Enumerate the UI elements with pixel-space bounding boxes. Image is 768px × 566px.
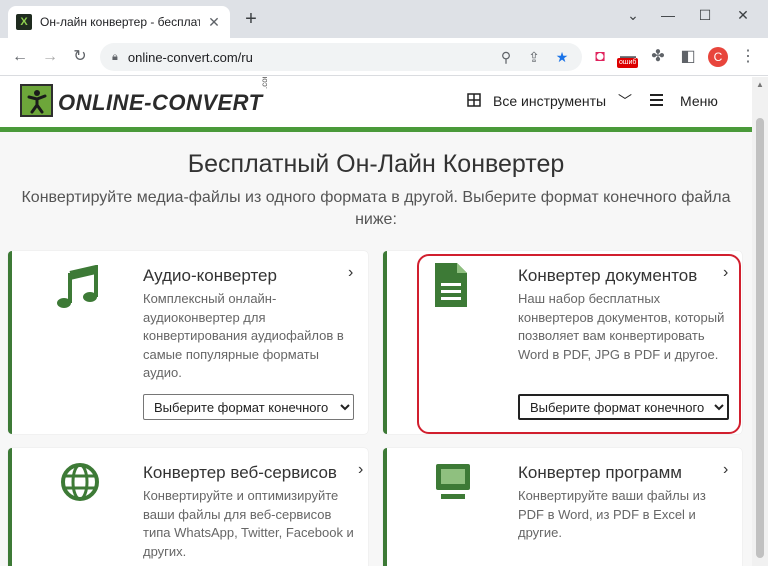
close-tab-icon[interactable]: ✕ xyxy=(206,14,222,31)
page-subtitle: Конвертируйте медиа-файлы из одного форм… xyxy=(21,189,731,228)
favicon-icon: X xyxy=(16,14,32,30)
hamburger-icon[interactable] xyxy=(650,94,664,106)
monitor-icon xyxy=(436,464,470,499)
logo-icon[interactable] xyxy=(20,84,53,117)
card-description: Конвертируйте ваши файлы из PDF в Word, … xyxy=(518,488,706,540)
audio-format-select[interactable]: Выберите формат конечного xyxy=(143,394,354,420)
forward-icon[interactable]: → xyxy=(40,47,60,67)
card-description: Комплексный онлайн-аудиоконвертер для ко… xyxy=(143,291,344,380)
share-icon[interactable]: ⇪ xyxy=(524,47,544,67)
more-menu-icon[interactable]: ⋮ xyxy=(738,47,758,67)
pocket-icon[interactable]: ◘ xyxy=(590,47,610,67)
lock-icon: 🔒︎ xyxy=(112,50,118,63)
menu-button[interactable]: Меню xyxy=(680,93,718,109)
side-panel-icon[interactable]: ◧ xyxy=(678,47,698,67)
software-converter-card[interactable]: Конвертер программ › Конвертируйте ваши … xyxy=(383,448,742,566)
profile-avatar[interactable]: C xyxy=(708,47,728,67)
scrollbar-thumb[interactable] xyxy=(756,118,764,558)
music-note-icon xyxy=(57,265,98,308)
grid-icon[interactable] xyxy=(467,93,481,107)
back-icon[interactable]: ← xyxy=(10,47,30,67)
tab-search-icon[interactable]: ⌄ xyxy=(618,5,648,25)
minimize-button[interactable]: — xyxy=(653,5,683,25)
highlight-frame xyxy=(417,254,741,434)
card-title[interactable]: Конвертер веб-сервисов xyxy=(143,463,337,483)
url-text: online-convert.com/ru xyxy=(127,49,253,65)
reload-icon[interactable]: ↻ xyxy=(70,47,90,67)
site-header: ONLINE-CONVERT .com Все инструменты ﹀ Ме… xyxy=(0,77,752,127)
page-content: ONLINE-CONVERT .com Все инструменты ﹀ Ме… xyxy=(0,77,752,566)
extensions-puzzle-icon[interactable]: ✤ xyxy=(648,47,668,67)
browser-window: X Он-лайн конвертер - бесплатнo ✕ + ⌄ — … xyxy=(0,0,768,566)
header-divider xyxy=(0,127,752,132)
tab-title: Он-лайн конвертер - бесплатнo xyxy=(40,15,200,29)
all-tools-button[interactable]: Все инструменты xyxy=(493,93,606,109)
search-icon[interactable]: ⚲ xyxy=(496,47,516,67)
browser-toolbar: ← → ↻ 🔒︎ online-convert.com/ru ⚲ ⇪ ★ ◘ ▬… xyxy=(0,38,768,76)
maximize-button[interactable]: ☐ xyxy=(690,5,720,25)
extension-badge: ошиб xyxy=(617,58,639,68)
globe-icon xyxy=(61,463,99,501)
card-description: Конвертируйте и оптимизируйте ваши файлы… xyxy=(143,488,354,559)
web-services-card[interactable]: Конвертер веб-сервисов › Конвертируйте и… xyxy=(8,448,368,566)
chevron-right-icon[interactable]: › xyxy=(348,264,353,282)
address-bar[interactable]: 🔒︎ online-convert.com/ru ⚲ ⇪ ★ xyxy=(100,43,582,71)
page-title: Бесплатный Он-Лайн Конвертер xyxy=(187,150,565,178)
chevron-right-icon[interactable]: › xyxy=(358,461,363,479)
chevron-down-icon[interactable]: ﹀ xyxy=(618,91,632,111)
scroll-up-arrow[interactable]: ▲ xyxy=(752,80,768,92)
audio-converter-card[interactable]: Аудио-конвертер › Комплексный онлайн-ауд… xyxy=(8,251,368,434)
chevron-right-icon[interactable]: › xyxy=(723,461,728,479)
logo-com: .com xyxy=(260,77,269,89)
close-window-button[interactable]: ✕ xyxy=(728,5,758,25)
card-title[interactable]: Аудио-конвертер xyxy=(143,266,277,286)
new-tab-button[interactable]: + xyxy=(240,8,262,30)
bookmark-star-icon[interactable]: ★ xyxy=(552,47,572,67)
logo-text[interactable]: ONLINE-CONVERT xyxy=(58,90,263,116)
browser-tab[interactable]: X Он-лайн конвертер - бесплатнo ✕ xyxy=(8,6,230,38)
card-title[interactable]: Конвертер программ xyxy=(518,463,682,483)
tab-strip: X Он-лайн конвертер - бесплатнo ✕ + ⌄ — … xyxy=(0,0,768,38)
